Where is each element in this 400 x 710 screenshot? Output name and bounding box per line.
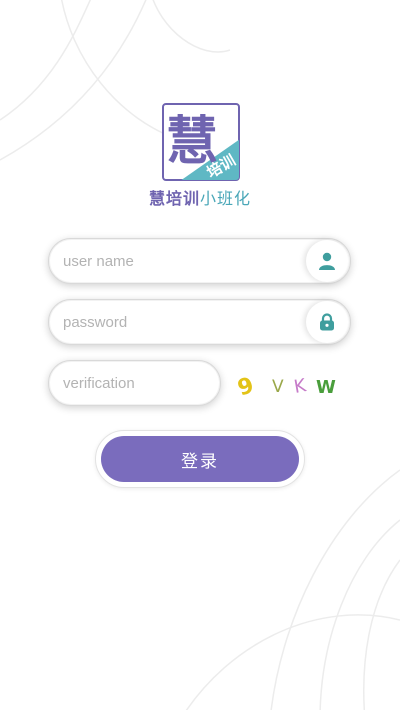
lock-icon: [306, 301, 348, 343]
brand-name: 慧培训小班化: [0, 188, 400, 212]
login-button-frame: 登录: [95, 430, 305, 488]
captcha-char-4: W: [316, 377, 336, 398]
captcha-char-1: 9: [236, 373, 257, 400]
password-field[interactable]: [48, 299, 351, 345]
username-input[interactable]: [63, 239, 293, 283]
login-button[interactable]: 登录: [101, 436, 299, 482]
captcha-char-2: V: [272, 377, 284, 397]
username-field[interactable]: [48, 238, 351, 284]
verification-field[interactable]: [48, 360, 221, 406]
password-input[interactable]: [63, 300, 293, 344]
brand-name-bold: 慧培训: [148, 191, 200, 208]
captcha-image[interactable]: 9 V K W: [236, 368, 340, 400]
login-screen: 慧 培训 慧培训小班化 9 V K W 登录: [0, 0, 400, 710]
captcha-char-3: K: [292, 375, 308, 398]
brand-name-light: 小班化: [200, 191, 252, 208]
user-icon: [306, 240, 348, 282]
app-logo: 慧 培训: [162, 103, 240, 181]
verification-input[interactable]: [63, 361, 213, 405]
